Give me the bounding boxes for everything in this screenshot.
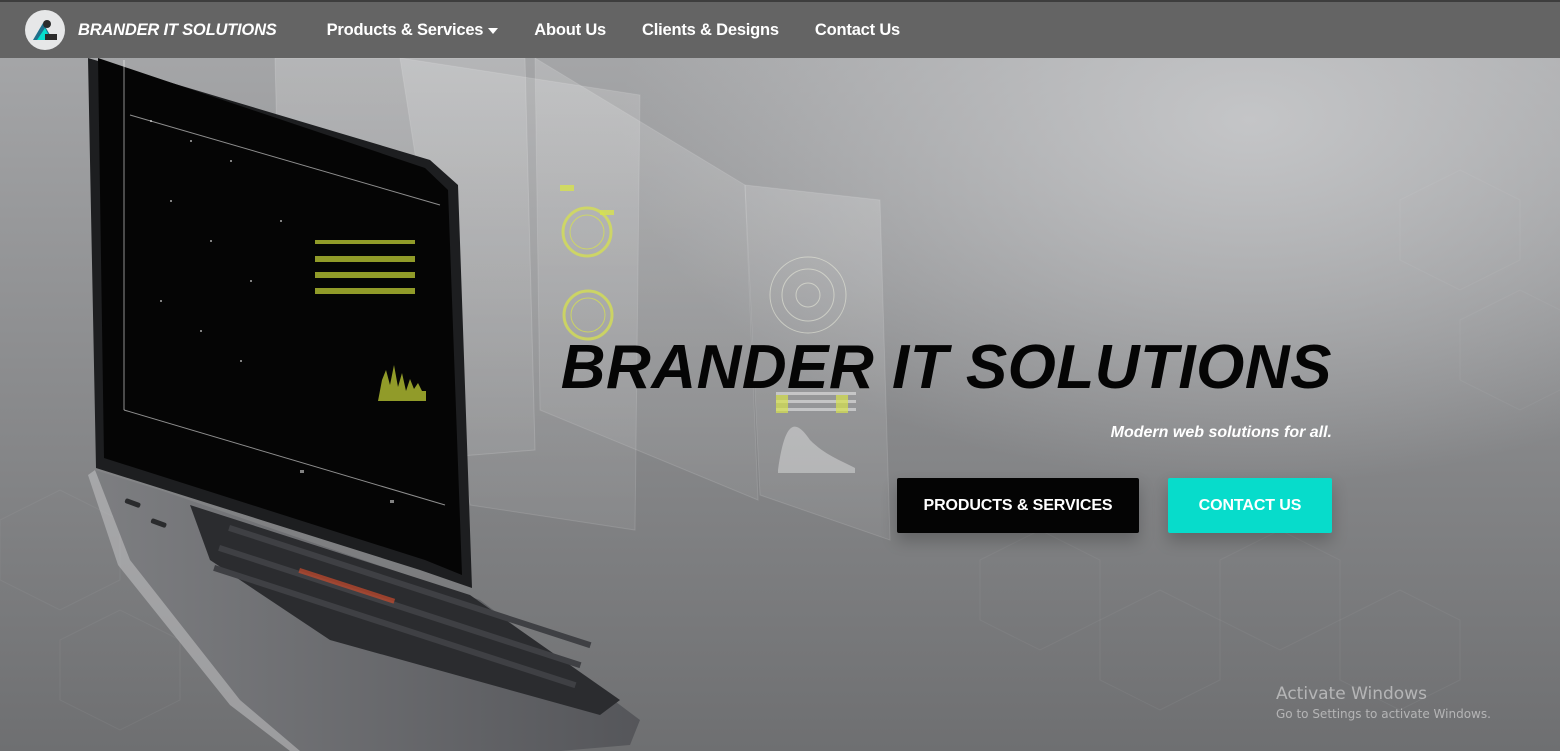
- nav-item-label: About Us: [534, 20, 607, 39]
- brand-name: BRANDER IT SOLUTIONS: [78, 20, 277, 39]
- top-navbar: BRANDER IT SOLUTIONS Products & Services…: [0, 0, 1560, 58]
- brand-home-link[interactable]: BRANDER IT SOLUTIONS: [25, 10, 277, 50]
- watermark-title: Activate Windows: [1276, 684, 1427, 704]
- nav-item-label: Contact Us: [814, 20, 901, 39]
- nav-item-products-services[interactable]: Products & Services: [327, 21, 499, 40]
- nav-item-clients-designs[interactable]: Clients & Designs: [642, 21, 779, 40]
- activate-windows-watermark: Activate Windows Go to Settings to activ…: [1276, 684, 1491, 721]
- nav-item-about-us[interactable]: About Us: [534, 21, 606, 40]
- nav-item-contact-us[interactable]: Contact Us: [815, 21, 900, 40]
- caret-down-icon: [488, 28, 499, 34]
- hero-subtitle: Modern web solutions for all.: [1110, 424, 1332, 441]
- nav-item-label: Products & Services: [326, 20, 484, 39]
- brand-logo-icon: [25, 10, 65, 50]
- nav-item-label: Clients & Designs: [642, 20, 779, 39]
- hero-title: BRANDER IT SOLUTIONS: [560, 333, 1332, 402]
- contact-us-button[interactable]: CONTACT US: [1168, 478, 1332, 533]
- watermark-subtitle: Go to Settings to activate Windows.: [1276, 707, 1491, 721]
- products-services-button[interactable]: PRODUCTS & SERVICES: [897, 478, 1139, 533]
- main-nav: Products & Services About Us Clients & D…: [327, 21, 936, 40]
